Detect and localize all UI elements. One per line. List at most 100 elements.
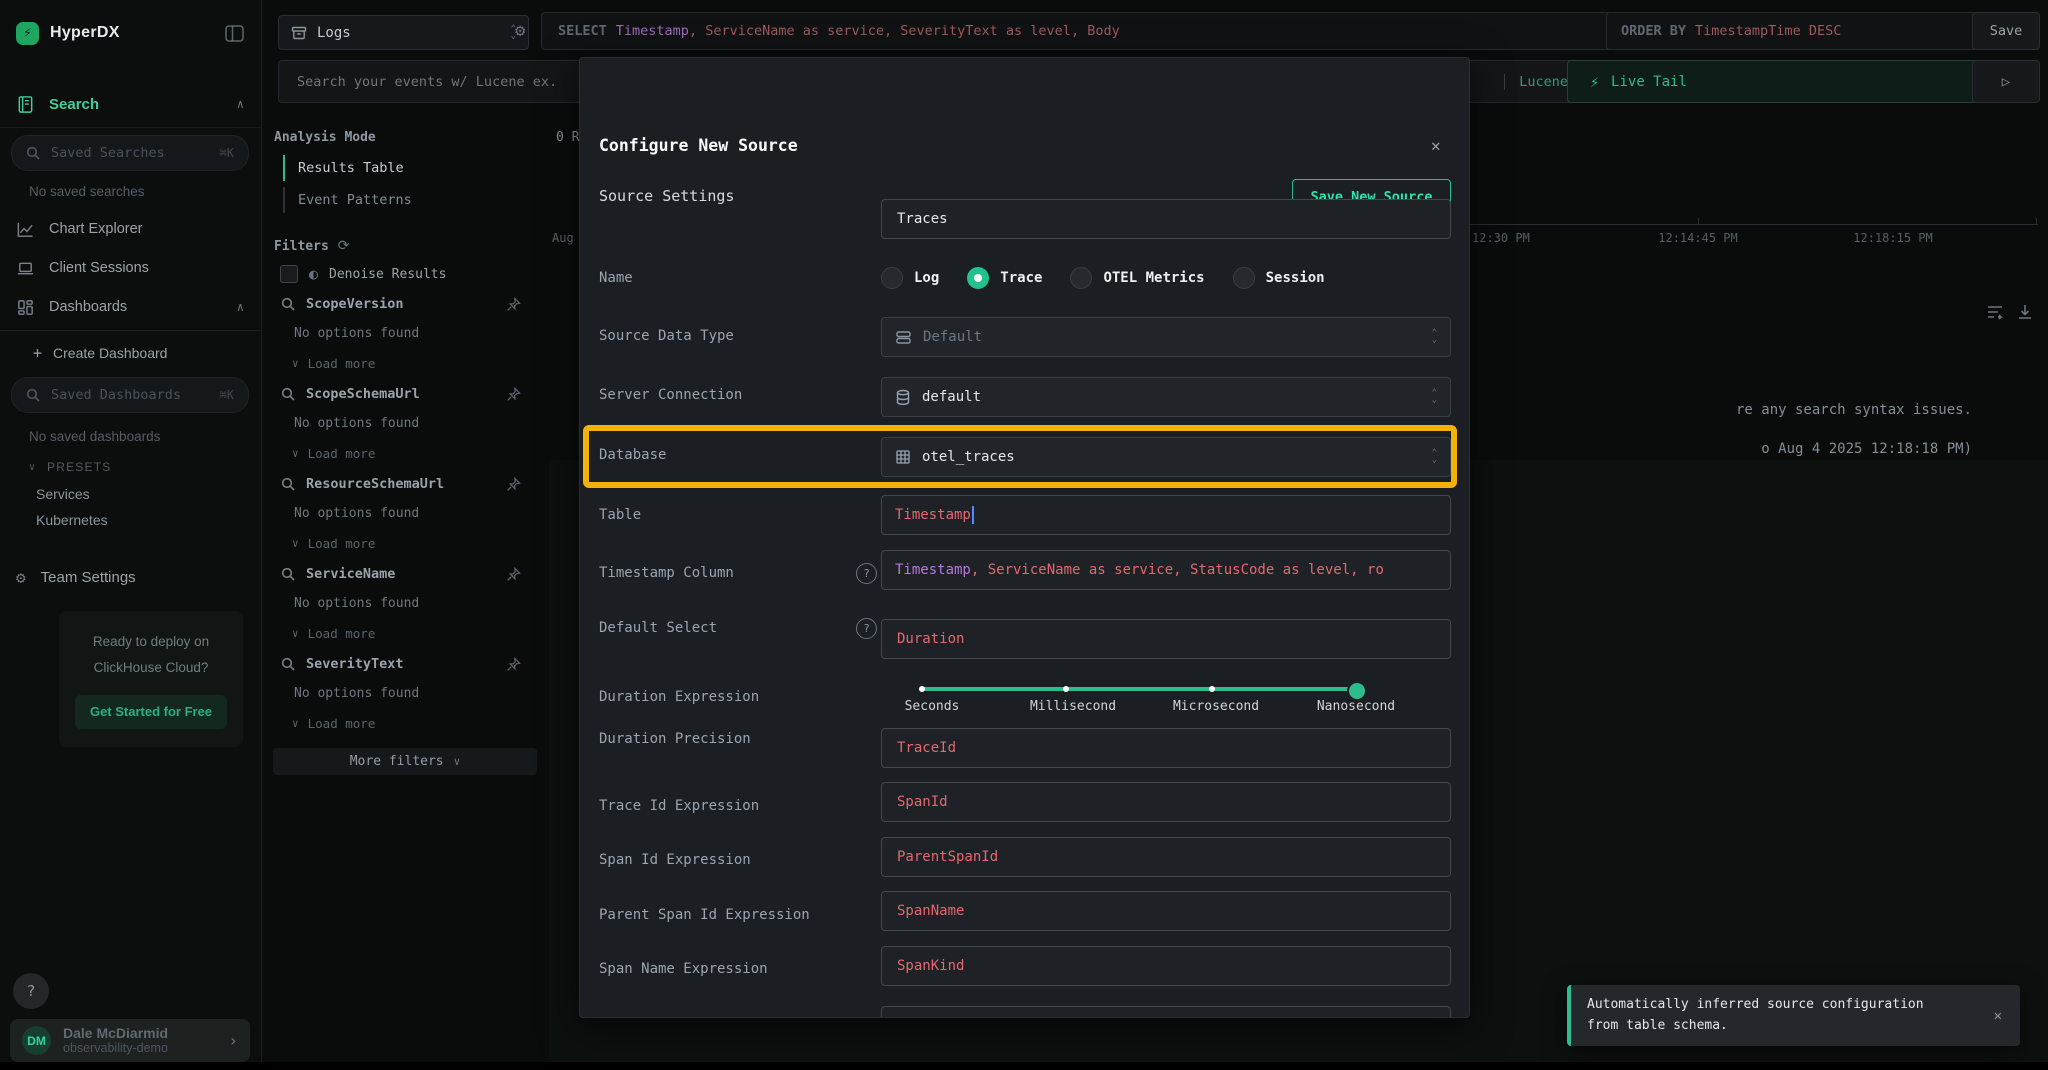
sidebar-item-dashboards[interactable]: Dashboards ∧ <box>16 293 244 321</box>
field-label-timestamp-column: Timestamp Column <box>599 565 734 581</box>
slider-mark <box>919 686 925 692</box>
filter-group-header[interactable]: ScopeVersion <box>261 292 549 316</box>
sidebar-item-chart-explorer[interactable]: Chart Explorer <box>16 215 244 243</box>
server-connection-select[interactable]: Default ⌃⌄ <box>881 317 1451 357</box>
select-chevrons-icon: ⌃⌄ <box>1432 390 1437 404</box>
user-card[interactable]: DM Dale McDiarmid observability-demo › <box>10 1019 250 1062</box>
sidebar-item-services[interactable]: Services <box>36 486 90 502</box>
saved-searches-input[interactable] <box>49 144 203 162</box>
saved-searches-search[interactable]: ⌘K <box>11 135 249 171</box>
orderby-input[interactable]: ORDER BY TimestampTime DESC <box>1606 12 1992 50</box>
filter-load-more[interactable]: ∨ Load more <box>261 353 549 373</box>
pin-icon[interactable] <box>506 387 521 402</box>
radio-otel-metrics-label[interactable]: OTEL Metrics <box>1103 270 1204 286</box>
radio-session[interactable] <box>1233 267 1255 289</box>
field-label-database: Database <box>599 447 666 463</box>
radio-session-label[interactable]: Session <box>1266 270 1325 286</box>
filter-group-header[interactable]: SeverityText <box>261 652 549 676</box>
source-select-value: Logs <box>317 25 351 41</box>
run-query-button[interactable]: ▷ <box>1972 60 2040 103</box>
filter-load-more[interactable]: ∨ Load more <box>261 623 549 643</box>
denoise-results-row[interactable]: ◐ Denoise Results <box>280 265 446 283</box>
slider-label-millisecond: Millisecond <box>1030 699 1116 714</box>
save-button[interactable]: Save <box>1972 12 2040 50</box>
toast-text: from table schema. <box>1587 1016 1924 1036</box>
bolt-icon: ⚡ <box>1590 73 1599 91</box>
span-kind-input[interactable] <box>881 946 1451 986</box>
filter-group: SeverityText No options found ∨ Load mor… <box>261 652 549 733</box>
laptop-icon <box>16 259 35 278</box>
database-select[interactable]: default ⌃⌄ <box>881 377 1451 417</box>
close-icon[interactable]: ✕ <box>1994 1008 2002 1024</box>
chevron-up-icon[interactable]: ∧ <box>237 97 244 111</box>
parent-span-id-input[interactable] <box>881 837 1451 877</box>
field-label-name: Name <box>599 270 633 286</box>
download-icon[interactable] <box>2016 303 2034 321</box>
refresh-icon[interactable]: ⟳ <box>338 238 350 254</box>
analysis-mode-results-table[interactable]: Results Table <box>283 155 523 181</box>
span-id-input[interactable] <box>881 782 1451 822</box>
chevron-up-icon[interactable]: ∧ <box>237 300 244 314</box>
pin-icon[interactable] <box>506 567 521 582</box>
pin-icon[interactable] <box>506 657 521 672</box>
panel-toggle-icon[interactable] <box>225 25 244 42</box>
close-icon[interactable]: ✕ <box>1431 136 1441 155</box>
get-started-button[interactable]: Get Started for Free <box>75 695 227 729</box>
search-icon <box>26 388 40 402</box>
radio-trace[interactable] <box>967 267 989 289</box>
timestamp-column-input[interactable]: Timestamp <box>881 495 1451 535</box>
wrap-lines-icon[interactable] <box>1986 303 2004 321</box>
denoise-checkbox[interactable] <box>280 265 298 283</box>
field-label-default-select: Default Select <box>599 620 717 636</box>
duration-expression-input[interactable] <box>881 619 1451 659</box>
filter-no-options: No options found <box>261 326 549 341</box>
filter-group-header[interactable]: ScopeSchemaUrl <box>261 382 549 406</box>
section-title: Source Settings <box>599 187 734 205</box>
filter-load-more[interactable]: ∨ Load more <box>261 443 549 463</box>
plus-icon: + <box>33 344 42 362</box>
duration-precision-slider[interactable] <box>919 687 1356 691</box>
analysis-mode-event-patterns[interactable]: Event Patterns <box>283 187 523 213</box>
sidebar-item-search[interactable]: Search ∧ <box>16 90 244 118</box>
filter-group-header[interactable]: ResourceSchemaUrl <box>261 472 549 496</box>
sql-keyword: SELECT <box>558 23 607 39</box>
table-select[interactable]: otel_traces ⌃⌄ <box>881 437 1451 477</box>
saved-dashboards-search[interactable]: ⌘K <box>11 377 249 413</box>
trace-id-input[interactable] <box>881 728 1451 768</box>
gear-icon[interactable]: ⚙ <box>515 21 525 41</box>
radio-trace-label[interactable]: Trace <box>1000 270 1042 286</box>
chevron-down-icon: ∨ <box>292 537 299 550</box>
radio-log-label[interactable]: Log <box>914 270 939 286</box>
lucene-mode-badge[interactable]: Lucene <box>1504 74 1568 90</box>
pin-icon[interactable] <box>506 297 521 312</box>
radio-log[interactable] <box>881 267 903 289</box>
clipped-input[interactable] <box>881 1006 1451 1018</box>
time-axis-line <box>1468 224 2038 225</box>
source-data-type-radios: Log Trace OTEL Metrics Session <box>881 267 1325 289</box>
default-select-input[interactable]: Timestamp, ServiceName as service, Statu… <box>881 550 1451 590</box>
presets-toggle[interactable]: ∨ PRESETS <box>29 458 111 476</box>
text-caret <box>972 506 974 524</box>
help-button[interactable]: ? <box>13 973 49 1009</box>
pin-icon[interactable] <box>506 477 521 492</box>
sidebar-item-kubernetes[interactable]: Kubernetes <box>36 512 108 528</box>
radio-otel-metrics[interactable] <box>1070 267 1092 289</box>
span-name-input[interactable] <box>881 891 1451 931</box>
source-select[interactable]: Logs ⌃⌄ <box>278 15 529 50</box>
filter-group-header[interactable]: ServiceName <box>261 562 549 586</box>
sidebar-item-team-settings[interactable]: ⚙ Team Settings <box>16 563 244 591</box>
filter-load-more[interactable]: ∨ Load more <box>261 533 549 553</box>
slider-thumb[interactable] <box>1347 681 1367 701</box>
analysis-mode-title: Analysis Mode <box>274 130 376 145</box>
more-filters-button[interactable]: More filters ∨ <box>273 748 537 775</box>
live-tail-button[interactable]: ⚡ Live Tail <box>1567 60 2005 103</box>
filter-load-more[interactable]: ∨ Load more <box>261 713 549 733</box>
name-input[interactable] <box>881 199 1451 239</box>
saved-dashboards-input[interactable] <box>49 386 203 404</box>
kbd-shortcut: ⌘K <box>220 146 234 160</box>
slider-mark <box>1063 686 1069 692</box>
sidebar-item-client-sessions[interactable]: Client Sessions <box>16 254 244 282</box>
time-axis-label: 12:30 PM <box>1472 231 1530 245</box>
sql-select-input[interactable]: SELECT Timestamp , ServiceName as servic… <box>541 12 1630 50</box>
create-dashboard-button[interactable]: + Create Dashboard <box>33 340 167 366</box>
